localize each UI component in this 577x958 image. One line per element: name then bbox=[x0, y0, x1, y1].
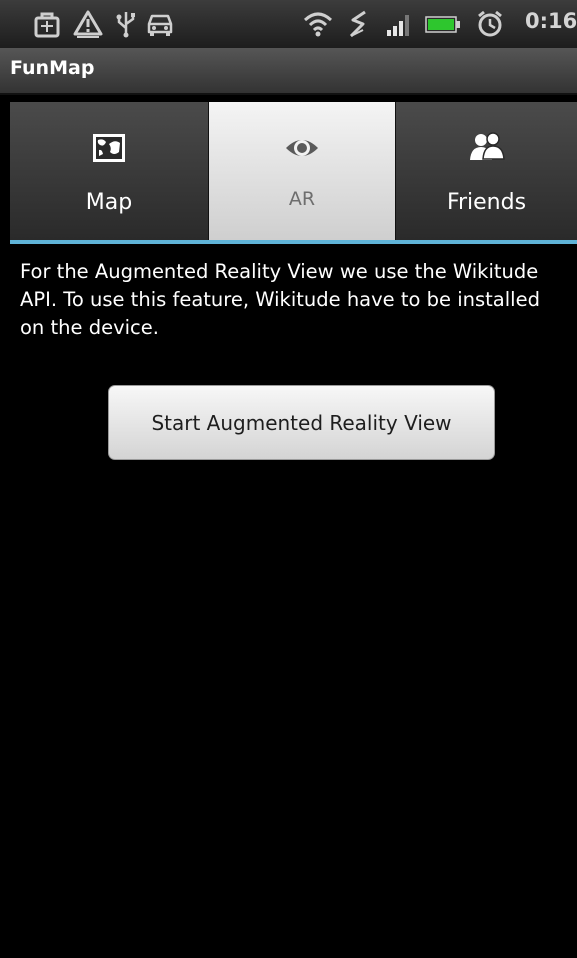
eye-icon bbox=[286, 140, 318, 156]
tab-map-label: Map bbox=[85, 190, 133, 215]
map-icon bbox=[93, 134, 125, 162]
warning-icon bbox=[73, 10, 103, 38]
phone-screen: 0:16 FunMap Map AR Friends For the Augme… bbox=[0, 0, 577, 958]
alarm-icon bbox=[478, 10, 502, 37]
battery-icon bbox=[425, 16, 460, 33]
usb-icon bbox=[116, 12, 135, 38]
tab-friends-label: Friends bbox=[446, 190, 527, 215]
status-clock: 0:16 bbox=[525, 9, 577, 33]
app-title: FunMap bbox=[10, 57, 95, 79]
gps-icon bbox=[349, 10, 366, 38]
friends-icon bbox=[469, 132, 505, 160]
tab-ar[interactable]: AR bbox=[209, 102, 396, 240]
ar-description-text: For the Augmented Reality View we use th… bbox=[20, 260, 540, 339]
bag-icon bbox=[34, 12, 60, 38]
car-icon bbox=[147, 14, 173, 36]
start-ar-view-button[interactable]: Start Augmented Reality View bbox=[108, 385, 495, 460]
status-bar: 0:16 bbox=[0, 0, 577, 49]
tab-map[interactable]: Map bbox=[10, 102, 209, 240]
signal-icon bbox=[387, 15, 409, 36]
tab-friends[interactable]: Friends bbox=[396, 102, 577, 240]
tab-indicator-line bbox=[10, 240, 577, 244]
tab-bar: Map AR Friends bbox=[10, 102, 577, 240]
app-title-bar: FunMap bbox=[0, 49, 577, 95]
wifi-icon bbox=[303, 12, 333, 37]
tab-ar-label: AR bbox=[288, 188, 316, 210]
